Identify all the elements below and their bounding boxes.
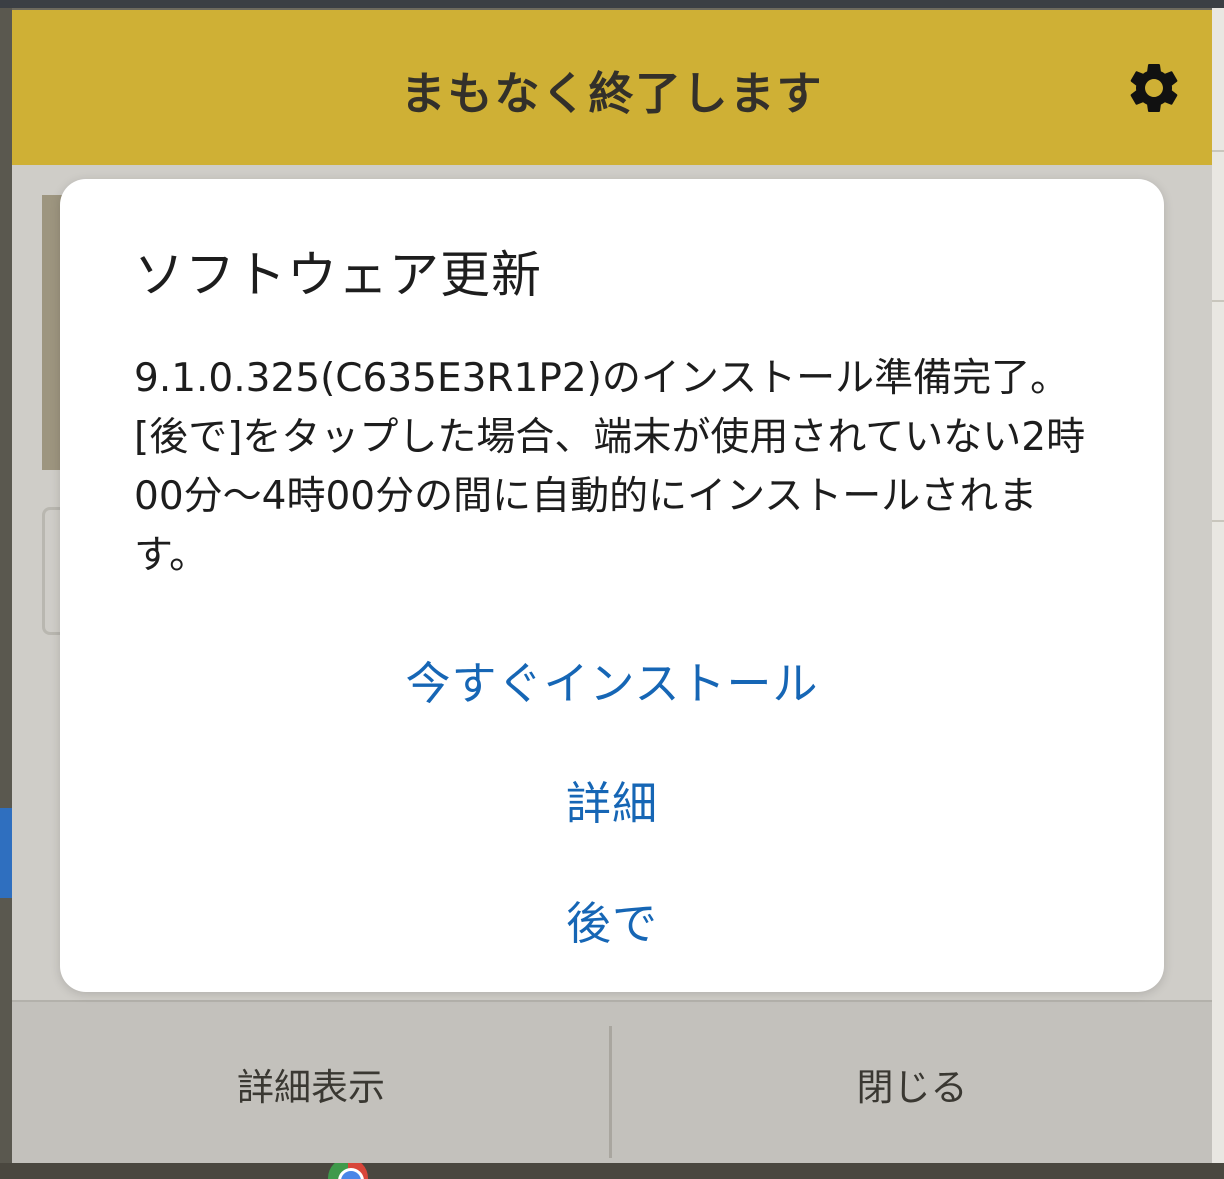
background-divider (1212, 300, 1224, 302)
screen: まもなく終了します 詳細表示 閉じる ソフトウェア更新 9.1.0.325(C6… (0, 0, 1224, 1179)
show-details-button[interactable]: 詳細表示 (12, 1002, 610, 1165)
footer-divider (609, 1026, 612, 1158)
details-button[interactable]: 詳細 (60, 749, 1164, 849)
background-divider (1212, 150, 1224, 152)
dialog-title: ソフトウェア更新 (134, 246, 542, 304)
install-now-button[interactable]: 今すぐインストール (60, 629, 1164, 729)
status-bar (0, 0, 1224, 8)
later-button[interactable]: 後で (60, 869, 1164, 969)
dialog-message: 9.1.0.325(C635E3R1P2)のインストール準備完了。[後で]をタッ… (134, 356, 1086, 578)
window-title: まもなく終了します (400, 67, 824, 120)
background-blue-tab (0, 808, 12, 898)
background-bottom-edge (0, 1163, 1224, 1179)
software-update-dialog: ソフトウェア更新 9.1.0.325(C635E3R1P2)のインストール準備完… (60, 179, 1164, 992)
footer-bar: 詳細表示 閉じる (12, 1000, 1212, 1163)
close-button[interactable]: 閉じる (613, 1002, 1211, 1165)
background-right-edge (1212, 8, 1224, 1179)
background-left-edge (0, 8, 12, 1179)
title-bar: まもなく終了します (12, 10, 1212, 165)
gear-icon[interactable] (1124, 58, 1184, 118)
background-divider (1212, 520, 1224, 522)
